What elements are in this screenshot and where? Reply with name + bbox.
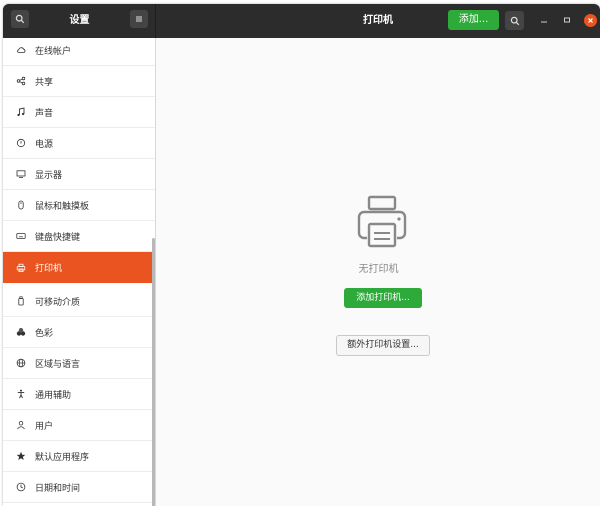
sidebar-item-printers[interactable]: 打印机 xyxy=(3,252,155,283)
sidebar-item-label: 鼠标和触摸板 xyxy=(35,201,90,212)
sidebar-item-sharing[interactable]: 共享 xyxy=(3,66,155,97)
keyboard-icon xyxy=(16,231,26,241)
sidebar-item-label: 色彩 xyxy=(35,328,54,339)
add-printer-header-button[interactable]: 添加... xyxy=(448,10,499,30)
cloud-icon xyxy=(16,45,26,55)
page-title: 打印机 xyxy=(363,15,393,26)
menu-button[interactable] xyxy=(130,10,148,28)
sidebar-item-default-applications[interactable]: 默认应用程序 xyxy=(3,441,155,472)
close-button[interactable] xyxy=(584,14,597,27)
removable-media-icon xyxy=(16,296,26,306)
color-icon xyxy=(16,327,26,337)
globe-icon xyxy=(16,358,26,368)
display-icon xyxy=(16,169,26,179)
sidebar-item-label: 共享 xyxy=(35,77,54,88)
sidebar-item-label: 在线帐户 xyxy=(35,46,72,57)
sidebar-item-date-time[interactable]: 日期和时间 xyxy=(3,472,155,503)
sidebar-item-label: 可移动介质 xyxy=(35,297,81,308)
sidebar-item-color[interactable]: 色彩 xyxy=(3,317,155,348)
sidebar-item-online-accounts[interactable]: 在线帐户 xyxy=(3,38,155,66)
printers-panel: 无打印机 添加打印机... 额外打印机设置... xyxy=(157,38,600,506)
sidebar-item-removable-media[interactable]: 可移动介质 xyxy=(3,286,155,317)
users-icon xyxy=(16,420,26,430)
settings-window: 设置 打印机 添加... 在线帐户 共享 声音 电源 显示器 鼠标和触摸板 键盘… xyxy=(3,4,600,506)
printer-icon xyxy=(357,195,407,248)
sidebar-item-region-language[interactable]: 区域与语言 xyxy=(3,348,155,379)
sidebar-item-accessibility[interactable]: 通用辅助 xyxy=(3,379,155,410)
close-icon xyxy=(588,18,593,23)
sidebar-item-keyboard-shortcuts[interactable]: 键盘快捷键 xyxy=(3,221,155,252)
sidebar-item-label: 区域与语言 xyxy=(35,359,81,370)
mouse-icon xyxy=(16,200,26,210)
sidebar-item-label: 键盘快捷键 xyxy=(35,232,81,243)
share-icon xyxy=(16,76,26,86)
sidebar-item-mouse-touchpad[interactable]: 鼠标和触摸板 xyxy=(3,190,155,221)
sidebar-item-label: 电源 xyxy=(35,139,54,150)
minimize-button[interactable] xyxy=(538,14,550,26)
sidebar-header: 设置 xyxy=(3,4,156,38)
power-icon xyxy=(16,138,26,148)
sidebar-item-label: 通用辅助 xyxy=(35,390,72,401)
printer-search-button[interactable] xyxy=(505,11,524,30)
clock-icon xyxy=(16,482,26,492)
sidebar-item-label: 默认应用程序 xyxy=(35,452,90,463)
accessibility-icon xyxy=(16,389,26,399)
extra-printer-settings-button[interactable]: 额外打印机设置... xyxy=(336,335,430,356)
sidebar: 在线帐户 共享 声音 电源 显示器 鼠标和触摸板 键盘快捷键 打印机 可移动介质… xyxy=(3,38,156,506)
header-bar: 设置 打印机 添加... xyxy=(3,4,600,38)
sidebar-item-label: 声音 xyxy=(35,108,54,119)
hamburger-menu-icon xyxy=(136,16,142,22)
sidebar-item-label: 显示器 xyxy=(35,170,63,181)
maximize-icon xyxy=(564,17,570,23)
sidebar-item-label: 用户 xyxy=(35,421,54,432)
add-printer-button[interactable]: 添加打印机... xyxy=(344,288,422,308)
sidebar-item-sound[interactable]: 声音 xyxy=(3,97,155,128)
sidebar-item-label: 日期和时间 xyxy=(35,483,81,494)
sidebar-item-power[interactable]: 电源 xyxy=(3,128,155,159)
search-icon xyxy=(510,16,519,25)
sidebar-item-displays[interactable]: 显示器 xyxy=(3,159,155,190)
sidebar-scrollbar[interactable] xyxy=(152,238,155,506)
empty-state-text: 无打印机 xyxy=(358,264,399,275)
printer-icon xyxy=(16,263,26,273)
sidebar-item-users[interactable]: 用户 xyxy=(3,410,155,441)
star-icon xyxy=(16,451,26,461)
sidebar-item-label: 打印机 xyxy=(35,264,63,274)
minimize-icon xyxy=(541,21,547,23)
maximize-button[interactable] xyxy=(561,14,573,26)
music-note-icon xyxy=(16,107,26,117)
